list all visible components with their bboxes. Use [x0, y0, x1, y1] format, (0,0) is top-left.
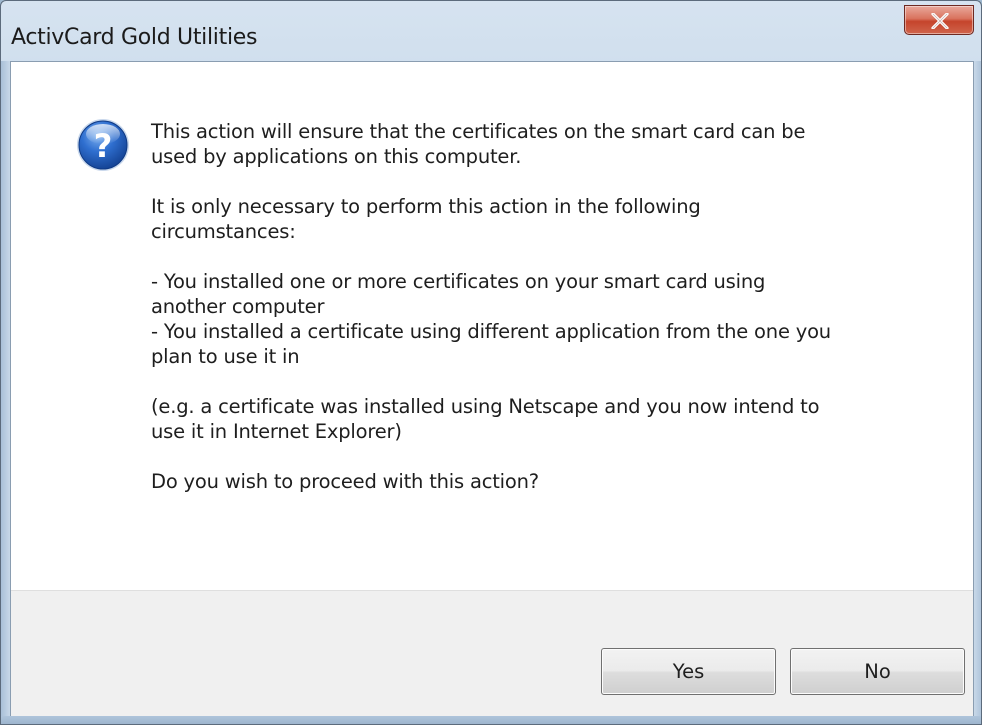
button-bar: Yes No: [11, 590, 973, 717]
window-title: ActivCard Gold Utilities: [11, 25, 258, 50]
message-paragraph-4: (e.g. a certificate was installed using …: [151, 395, 820, 443]
message-paragraph-1: This action will ensure that the certifi…: [151, 120, 806, 168]
no-button[interactable]: No: [790, 648, 965, 695]
svg-text:?: ?: [94, 127, 113, 165]
dialog-body: ? This action will ensure that the certi…: [10, 61, 974, 717]
dialog-window: ActivCard Gold Utilities ? This action w…: [0, 0, 982, 725]
close-x-icon: [931, 13, 949, 29]
title-bar[interactable]: ActivCard Gold Utilities: [1, 1, 981, 61]
dialog-message: This action will ensure that the certifi…: [151, 119, 951, 494]
window-frame-left: [1, 61, 10, 716]
question-icon: ?: [77, 119, 129, 171]
close-button[interactable]: [904, 5, 974, 35]
message-paragraph-5: Do you wish to proceed with this action?: [151, 470, 539, 493]
yes-button[interactable]: Yes: [601, 648, 776, 695]
message-paragraph-3: - You installed one or more certificates…: [151, 270, 831, 368]
window-frame-right: [974, 61, 981, 716]
window-frame-bottom: [1, 716, 981, 724]
message-paragraph-2: It is only necessary to perform this act…: [151, 195, 701, 243]
